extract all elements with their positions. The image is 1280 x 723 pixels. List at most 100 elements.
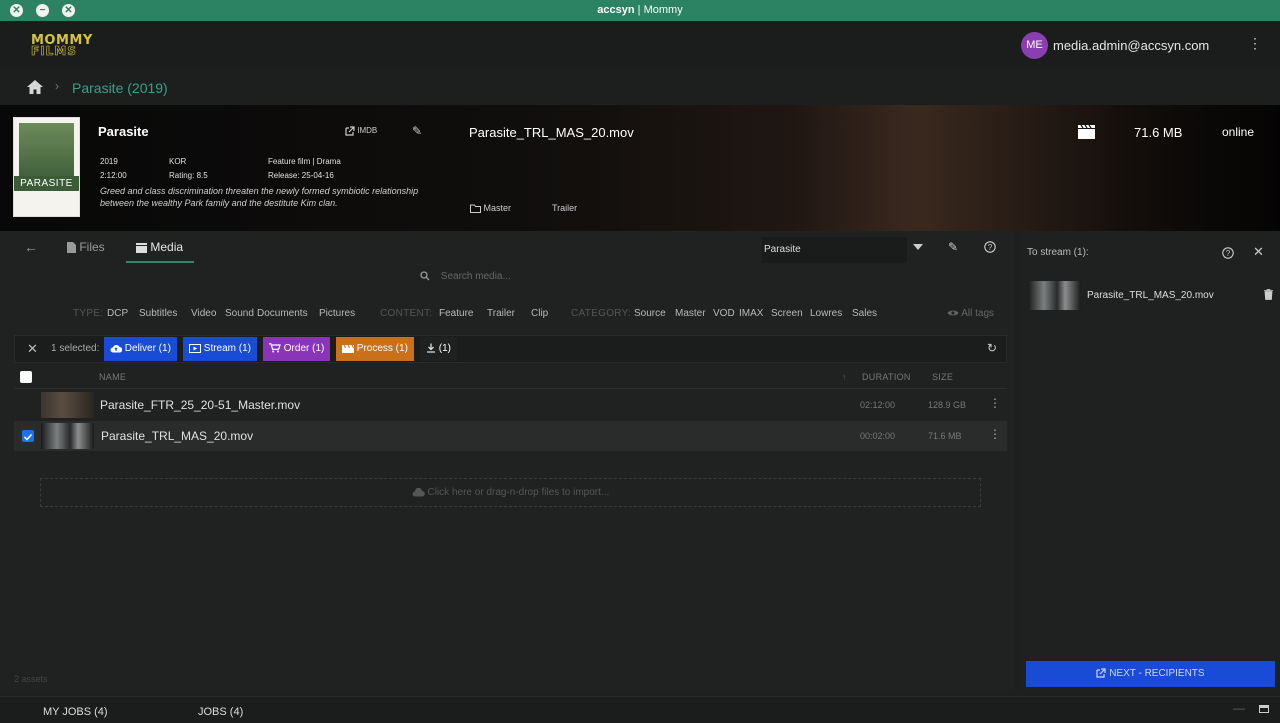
- search-input[interactable]: Search media...: [420, 271, 720, 291]
- avatar[interactable]: ME: [1021, 32, 1048, 59]
- jobs-bar: MY JOBS (4) JOBS (4) —: [0, 696, 1280, 723]
- title-release: Release: 25-04-16: [268, 171, 334, 180]
- filter-source[interactable]: Source: [634, 308, 666, 319]
- folder-icon: [470, 204, 481, 214]
- deliver-button[interactable]: Deliver (1): [104, 337, 177, 361]
- stream-item-name: Parasite_TRL_MAS_20.mov: [1087, 290, 1214, 301]
- help-icon[interactable]: ?: [1222, 246, 1234, 264]
- refresh-icon[interactable]: ↻: [981, 337, 1003, 361]
- more-vert-icon[interactable]: ⋮: [1248, 33, 1262, 53]
- filter-master[interactable]: Master: [675, 308, 706, 319]
- process-button[interactable]: Process (1): [336, 337, 414, 361]
- breadcrumb-current[interactable]: Parasite (2019): [72, 80, 168, 96]
- header-size[interactable]: SIZE: [932, 372, 953, 382]
- maximize-panel-icon[interactable]: [1259, 705, 1269, 713]
- close-icon[interactable]: ✕: [1253, 244, 1264, 260]
- title-runtime: 2:12:00: [100, 171, 127, 180]
- row-thumbnail: [41, 392, 94, 418]
- row-checkbox[interactable]: [22, 430, 34, 442]
- app-header: MOMMY FILMS ME media.admin@accsyn.com ⋮: [0, 21, 1280, 68]
- home-icon[interactable]: [26, 79, 44, 95]
- preview-size: 71.6 MB: [1134, 125, 1183, 140]
- select-all-checkbox[interactable]: [20, 371, 32, 383]
- next-recipients-button[interactable]: NEXT - RECIPIENTS: [1026, 661, 1275, 687]
- poster-image[interactable]: PARASITE: [13, 117, 80, 217]
- next-recipients-label: NEXT - RECIPIENTS: [1109, 668, 1205, 679]
- header-duration[interactable]: DURATION: [862, 372, 911, 382]
- filter-feature[interactable]: Feature: [439, 308, 473, 319]
- stream-side-panel: To stream (1): ? ✕ Parasite_TRL_MAS_20.m…: [1020, 231, 1280, 691]
- filter-dcp[interactable]: DCP: [107, 308, 128, 319]
- filter-imax[interactable]: IMAX: [739, 308, 763, 319]
- header-name[interactable]: NAME: [99, 372, 126, 382]
- filter-vod[interactable]: VOD: [713, 308, 735, 319]
- filter-trailer[interactable]: Trailer: [487, 308, 515, 319]
- project-select[interactable]: Parasite: [762, 237, 907, 263]
- tab-files[interactable]: Files: [67, 240, 105, 254]
- title-hero: PARASITE Parasite IMDB ✎ 2019 KOR Featur…: [0, 105, 1280, 231]
- tag-trailer[interactable]: Trailer: [552, 203, 577, 213]
- row-menu-icon[interactable]: ⋮: [989, 427, 1001, 441]
- cloud-upload-icon: [412, 487, 425, 497]
- filter-sound[interactable]: Sound: [225, 308, 254, 319]
- breadcrumb: › Parasite (2019): [0, 68, 1280, 105]
- filter-pictures[interactable]: Pictures: [319, 308, 355, 319]
- sort-arrow-icon[interactable]: ↑: [842, 372, 847, 382]
- table-row[interactable]: Parasite_TRL_MAS_20.mov 00:02:00 71.6 MB…: [14, 421, 1007, 451]
- order-button[interactable]: Order (1): [263, 337, 331, 361]
- window-titlebar: ✕ − ✕ accsyn | Mommy: [0, 0, 1280, 21]
- tab-my-jobs[interactable]: MY JOBS (4): [43, 706, 108, 718]
- company-logo[interactable]: MOMMY FILMS: [31, 34, 99, 57]
- minimize-panel-icon[interactable]: —: [1233, 701, 1245, 715]
- stream-item: Parasite_TRL_MAS_20.mov: [1028, 281, 1275, 311]
- filter-lowres[interactable]: Lowres: [810, 308, 842, 319]
- filter-documents[interactable]: Documents: [257, 308, 308, 319]
- window-title-text: | Mommy: [637, 4, 683, 16]
- filter-sales[interactable]: Sales: [852, 308, 877, 319]
- tab-jobs[interactable]: JOBS (4): [198, 706, 243, 718]
- tab-media[interactable]: Media: [136, 240, 183, 254]
- user-email[interactable]: media.admin@accsyn.com: [1053, 38, 1209, 53]
- delete-icon: [1264, 289, 1273, 300]
- download-button[interactable]: (1): [420, 337, 458, 361]
- external-link-icon: [1096, 668, 1107, 678]
- edit-icon[interactable]: ✎: [412, 124, 422, 138]
- clear-selection-icon[interactable]: ✕: [21, 337, 44, 361]
- all-tags-toggle[interactable]: All tags: [947, 308, 994, 319]
- filter-video[interactable]: Video: [191, 308, 216, 319]
- row-duration: 00:02:00: [860, 431, 896, 441]
- preview-filename: Parasite_TRL_MAS_20.mov: [469, 125, 634, 140]
- table-row[interactable]: Parasite_FTR_25_20-51_Master.mov 02:12:0…: [14, 390, 1007, 420]
- stream-label: Stream (1): [203, 343, 252, 354]
- filter-type-label: TYPE:: [73, 308, 104, 319]
- deliver-label: Deliver (1): [124, 343, 171, 354]
- dropdown-arrow-icon[interactable]: [913, 244, 923, 250]
- row-size: 71.6 MB: [928, 431, 962, 441]
- preview-status: online: [1222, 125, 1255, 139]
- filter-subtitles[interactable]: Subtitles: [139, 308, 177, 319]
- row-size: 128.9 GB: [928, 400, 967, 410]
- import-dropzone[interactable]: Click here or drag-n-drop files to impor…: [40, 478, 981, 507]
- svg-text:?: ?: [988, 243, 993, 252]
- side-header: To stream (1):: [1027, 247, 1089, 258]
- tag-master-label: Master: [483, 203, 512, 213]
- row-thumbnail: [41, 423, 94, 449]
- tag-master[interactable]: Master: [470, 203, 512, 214]
- filter-screen[interactable]: Screen: [771, 308, 803, 319]
- imdb-label: IMDB: [357, 126, 378, 136]
- tab-media-label: Media: [150, 240, 184, 254]
- back-arrow-icon[interactable]: ←: [24, 239, 38, 255]
- stream-button[interactable]: Stream (1): [183, 337, 258, 361]
- help-icon[interactable]: ?: [984, 239, 996, 253]
- external-link-icon: [345, 126, 355, 136]
- selected-count: 1 selected:: [51, 343, 100, 354]
- filter-clip[interactable]: Clip: [531, 308, 548, 319]
- imdb-link[interactable]: IMDB: [345, 126, 377, 136]
- eye-icon: [947, 310, 959, 316]
- stream-item-thumbnail: [1028, 281, 1081, 310]
- asset-count: 2 assets: [14, 674, 48, 684]
- trash-icon[interactable]: [1264, 289, 1273, 303]
- edit-icon[interactable]: ✎: [948, 240, 958, 254]
- row-menu-icon[interactable]: ⋮: [989, 396, 1001, 410]
- process-label: Process (1): [356, 343, 408, 354]
